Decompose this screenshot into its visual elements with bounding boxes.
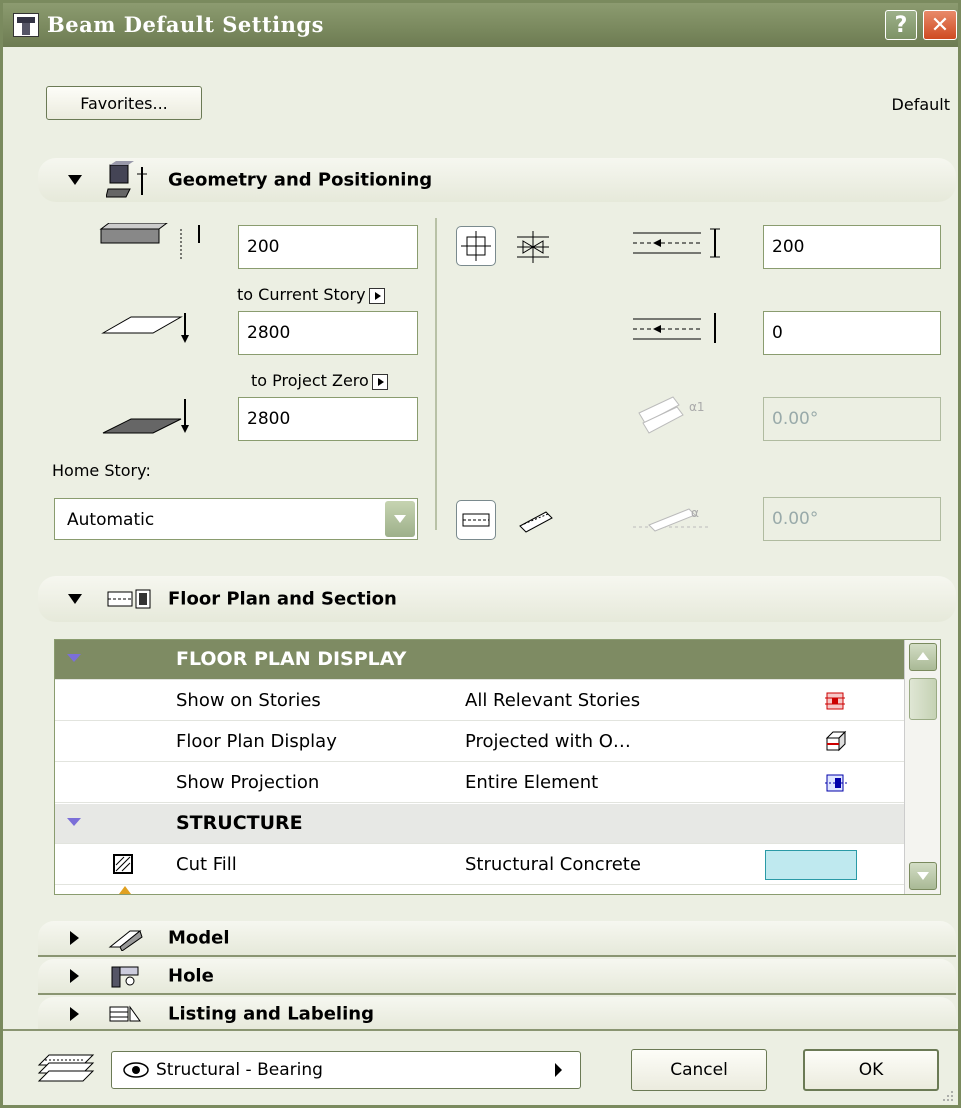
beam-offset-icon: [633, 313, 716, 343]
expand-arrow-icon[interactable]: [67, 818, 81, 826]
beam-width-icon: [633, 228, 720, 258]
inclined-beam-icon[interactable]: [516, 502, 556, 540]
svg-text:α1: α1: [689, 400, 705, 414]
anchor-center-button[interactable]: [456, 226, 496, 266]
to-project-zero-label[interactable]: to Project Zero: [251, 371, 388, 390]
slant-angle-field[interactable]: 0.00°: [763, 397, 941, 441]
collapse-arrow-icon[interactable]: [68, 175, 82, 185]
horizontal-beam-button[interactable]: [456, 500, 496, 540]
resize-grip-icon[interactable]: [941, 1089, 955, 1103]
warning-marker-icon: [119, 886, 131, 894]
chevron-down-icon[interactable]: [385, 501, 415, 537]
help-button[interactable]: ?: [885, 10, 917, 40]
home-story-label: Home Story:: [52, 461, 151, 480]
listing-icon: [109, 1005, 141, 1022]
fill-pattern-icon: [113, 854, 133, 874]
play-arrow-icon[interactable]: [371, 373, 388, 390]
collapse-arrow-icon[interactable]: [68, 594, 82, 604]
svg-text:α: α: [691, 506, 699, 520]
beam-offset-field[interactable]: 0: [763, 311, 941, 355]
scroll-down-button[interactable]: [909, 862, 937, 890]
anchor-center-icon: [461, 231, 491, 261]
section-divider: [38, 993, 956, 995]
layer-select-value: Structural - Bearing: [156, 1060, 323, 1080]
expand-arrow-icon[interactable]: [67, 654, 81, 662]
project-zero-offset-icon: [102, 399, 189, 434]
dialog-title: Beam Default Settings: [47, 12, 324, 37]
incline-angle-icon: α: [633, 506, 709, 532]
play-arrow-icon[interactable]: [368, 287, 385, 304]
hole-section-title: Hole: [168, 965, 214, 987]
projected-icon[interactable]: [823, 728, 849, 754]
layer-icon: [37, 1054, 95, 1082]
beam-app-icon: [13, 13, 39, 37]
current-story-offset-field[interactable]: 2800: [238, 311, 418, 355]
section-divider: [38, 955, 956, 957]
incline-angle-field[interactable]: 0.00°: [763, 497, 941, 541]
scroll-thumb[interactable]: [909, 678, 937, 720]
table-row[interactable]: Floor Plan Display Projected with O…: [55, 722, 905, 762]
model-icon: [108, 930, 143, 951]
footer-divider: [3, 1029, 958, 1031]
geometry-section-header[interactable]: Geometry and Positioning: [38, 158, 956, 202]
expand-arrow-icon[interactable]: [70, 931, 79, 945]
mirror-anchor-icon[interactable]: [513, 227, 553, 267]
table-row[interactable]: Show on Stories All Relevant Stories: [55, 681, 905, 721]
floor-plan-icon: [107, 589, 151, 609]
favorites-button[interactable]: Favorites...: [46, 86, 202, 120]
dialog-window: Beam Default Settings ? ✕ Favorites... D…: [0, 0, 961, 1108]
beam-height-icon: [99, 223, 200, 259]
expand-arrow-icon[interactable]: [70, 969, 79, 983]
eye-icon[interactable]: [122, 1060, 150, 1080]
model-section-header[interactable]: Model: [38, 921, 956, 955]
group-row-structure[interactable]: STRUCTURE: [55, 804, 905, 844]
ok-button[interactable]: OK: [803, 1049, 939, 1091]
projection-icon[interactable]: [823, 771, 849, 795]
settings-table[interactable]: FLOOR PLAN DISPLAY Show on Stories All R…: [54, 639, 941, 895]
vertical-divider: [435, 218, 437, 530]
table-scrollbar[interactable]: [904, 640, 940, 894]
geometry-icon: [106, 161, 147, 198]
model-section-title: Model: [168, 927, 230, 949]
slant-angle-icon: α1: [638, 396, 705, 434]
hole-section-header[interactable]: Hole: [38, 959, 956, 993]
group-row-floor-plan-display[interactable]: FLOOR PLAN DISPLAY: [55, 640, 905, 680]
default-label: Default: [891, 95, 950, 114]
close-button[interactable]: ✕: [923, 10, 957, 40]
to-current-story-label[interactable]: to Current Story: [237, 285, 385, 304]
listing-section-title: Listing and Labeling: [168, 1003, 374, 1025]
title-bar[interactable]: Beam Default Settings ? ✕: [3, 3, 958, 47]
table-row[interactable]: Cut Fill Structural Concrete: [55, 845, 905, 885]
floorplan-section-header[interactable]: Floor Plan and Section: [38, 576, 956, 622]
stories-icon[interactable]: [823, 689, 847, 713]
scroll-up-button[interactable]: [909, 643, 937, 671]
current-story-offset-icon: [101, 313, 189, 343]
horizontal-beam-icon: [462, 513, 490, 527]
cancel-button[interactable]: Cancel: [631, 1049, 767, 1091]
home-story-select[interactable]: Automatic: [54, 498, 418, 540]
expand-arrow-icon[interactable]: [70, 1007, 79, 1021]
fill-swatch[interactable]: [765, 850, 857, 880]
project-zero-offset-field[interactable]: 2800: [238, 397, 418, 441]
floorplan-section-title: Floor Plan and Section: [168, 588, 397, 610]
home-story-value: Automatic: [67, 510, 155, 530]
table-row[interactable]: Show Projection Entire Element: [55, 763, 905, 803]
beam-height-field[interactable]: 200: [238, 225, 418, 269]
listing-section-header[interactable]: Listing and Labeling: [38, 997, 956, 1031]
beam-width-field[interactable]: 200: [763, 225, 941, 269]
geometry-section-title: Geometry and Positioning: [168, 169, 433, 191]
layer-select[interactable]: Structural - Bearing: [111, 1051, 581, 1089]
chevron-right-icon[interactable]: [555, 1063, 562, 1077]
hole-icon: [111, 966, 139, 988]
